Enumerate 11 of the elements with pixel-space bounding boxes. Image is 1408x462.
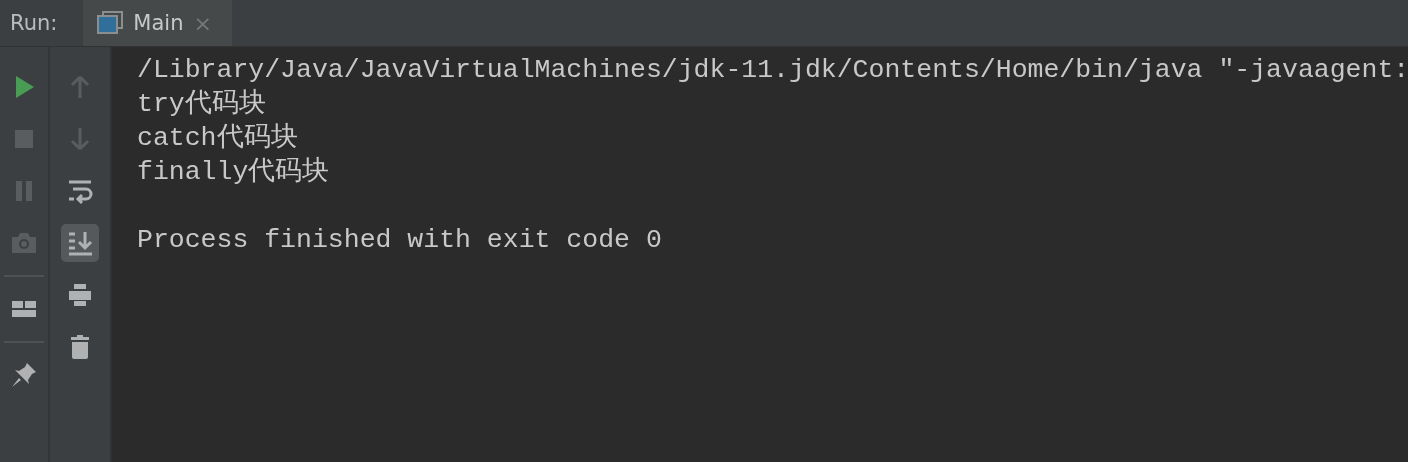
run-tab[interactable]: Main × — [83, 0, 232, 46]
console-line: /Library/Java/JavaVirtualMachines/jdk-11.jdk/Contents/Home/bin/java "-javaagent: — [137, 54, 1408, 87]
window-icon — [97, 11, 124, 35]
print-icon — [66, 281, 94, 309]
pin-icon — [10, 361, 38, 389]
console-line: catch代码块 — [137, 122, 299, 155]
scroll-to-end-button[interactable] — [61, 224, 99, 262]
console-line: finally代码块 — [137, 156, 331, 189]
scroll-to-end-icon — [66, 229, 94, 257]
console-line: try代码块 — [137, 88, 267, 121]
exit-message: Process finished with exit code 0 — [137, 224, 663, 257]
